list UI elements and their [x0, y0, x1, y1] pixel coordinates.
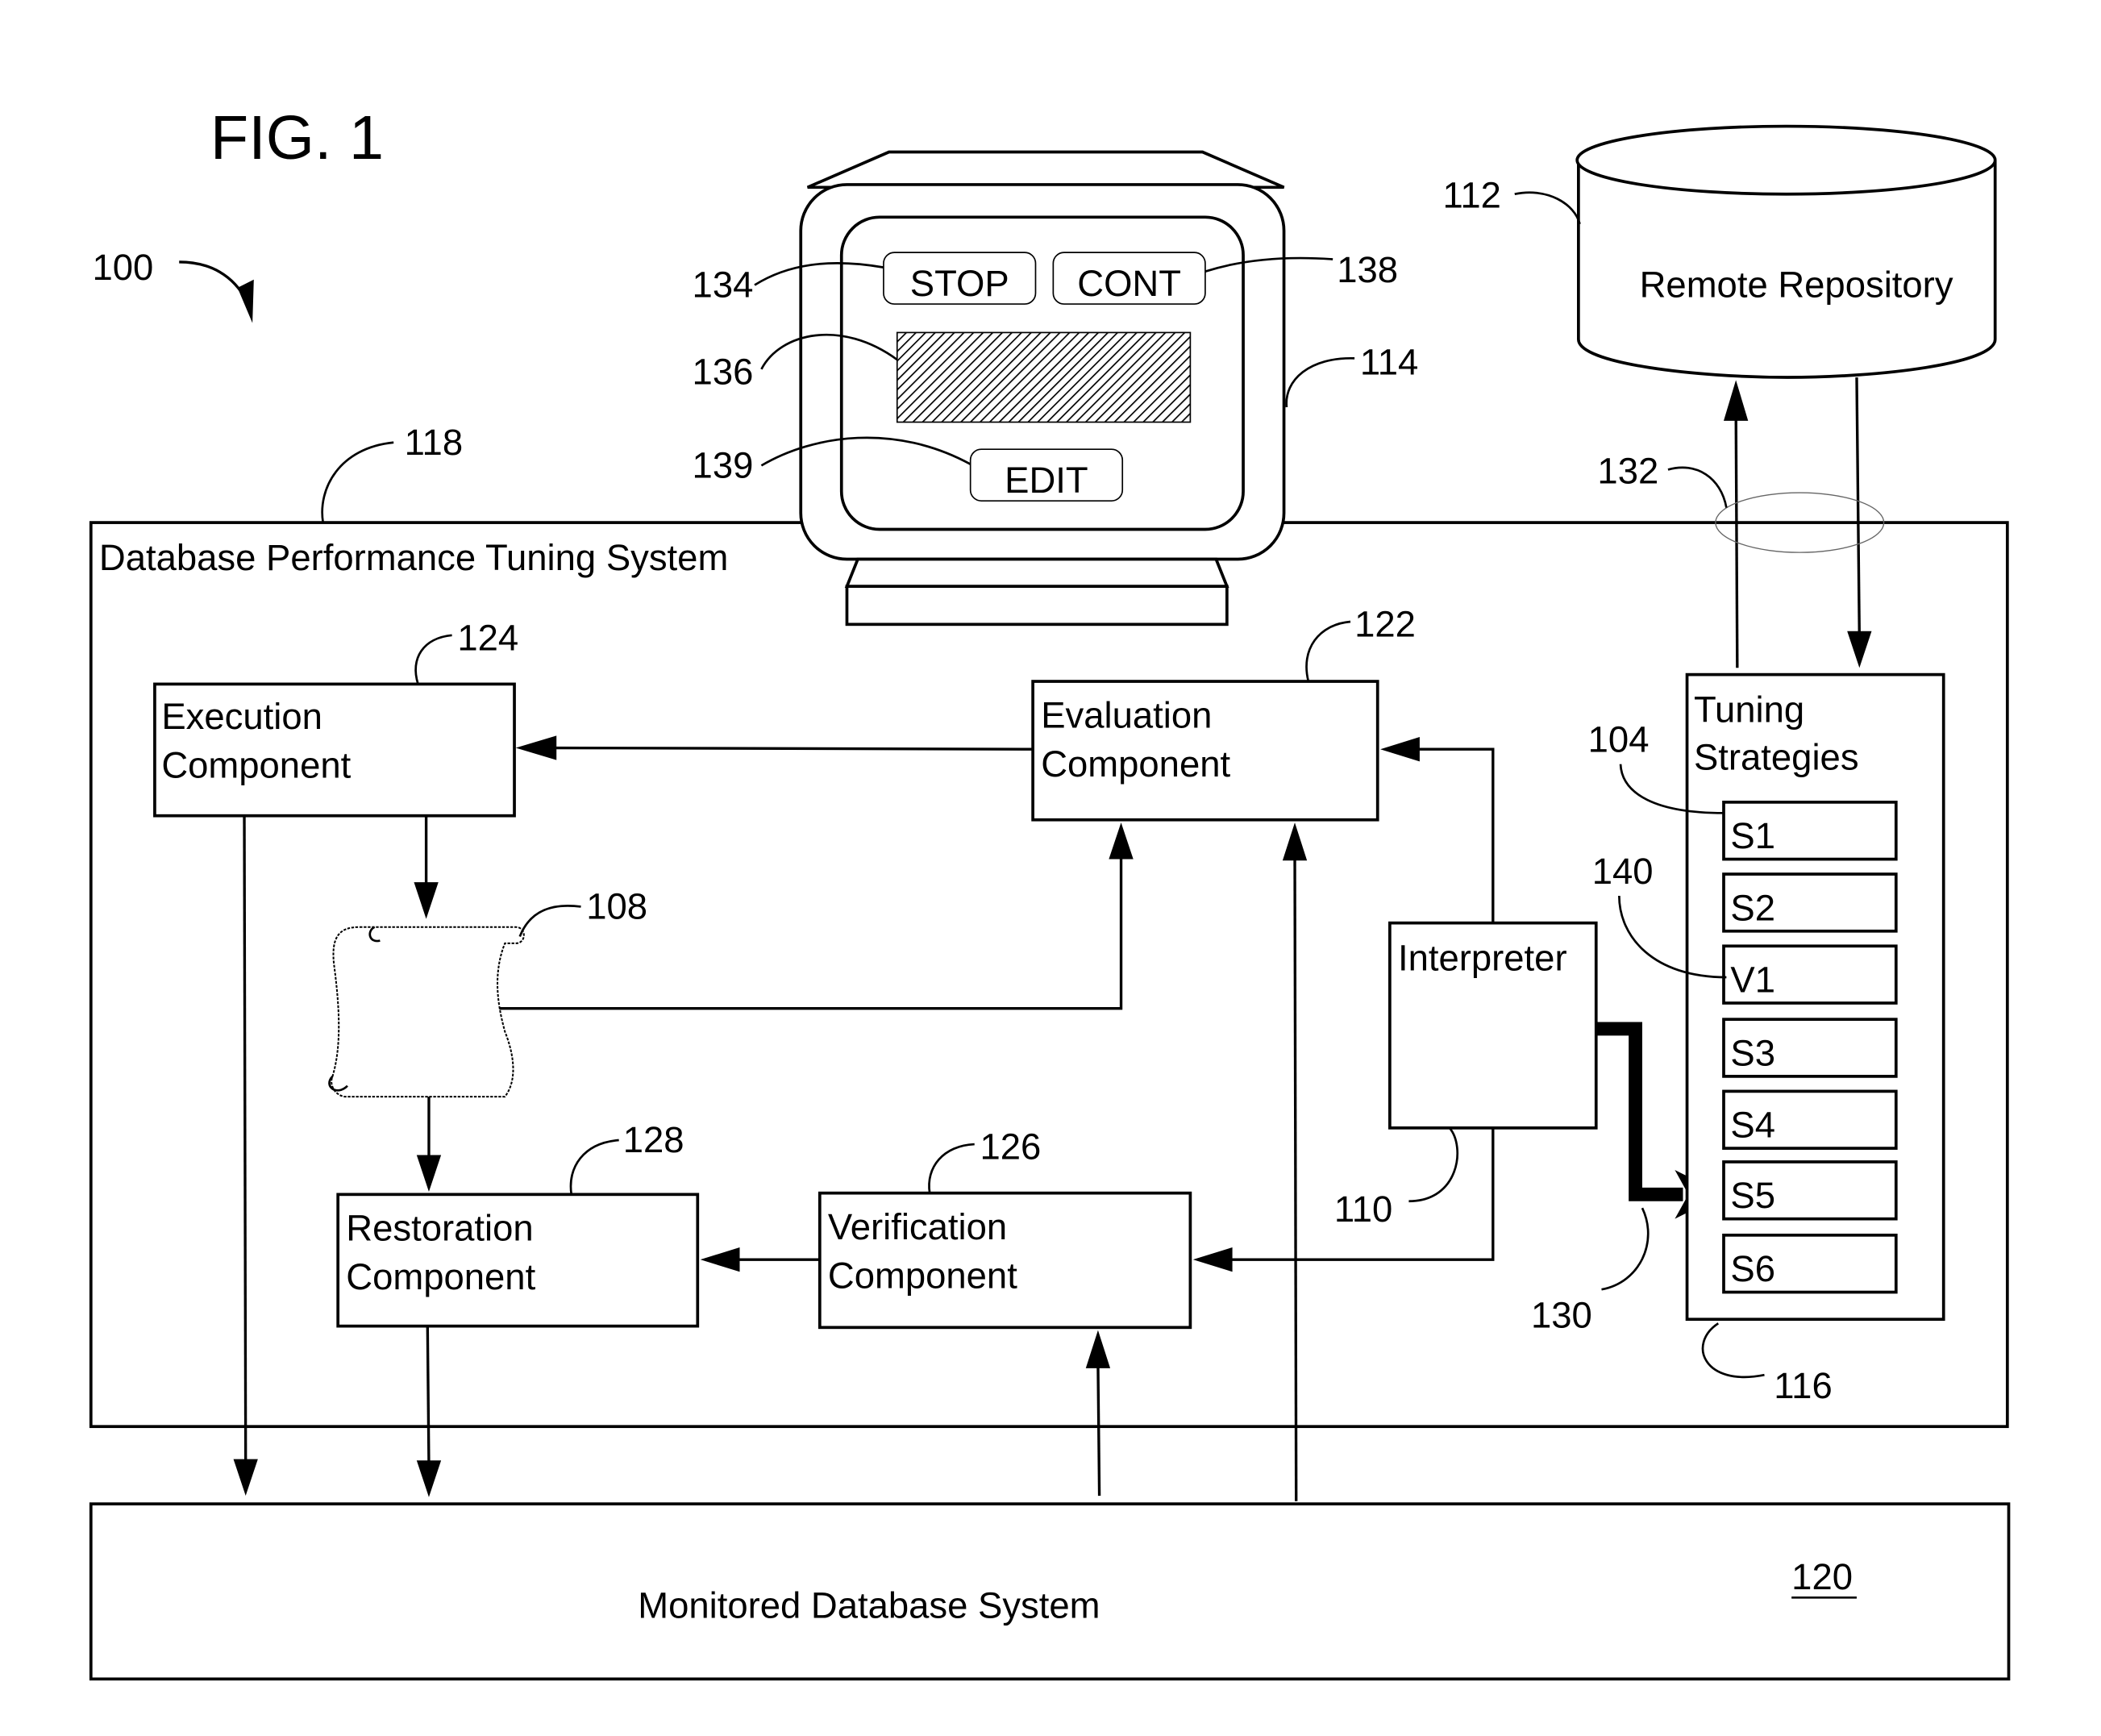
ref-132: 132 [1597, 450, 1658, 491]
verification-label-1: Verification [828, 1206, 1007, 1247]
ref-130: 130 [1531, 1294, 1592, 1335]
ref-108: 108 [586, 886, 647, 927]
ref-140: 140 [1592, 851, 1654, 892]
ref-112: 112 [1443, 175, 1501, 216]
interpreter-label: Interpreter [1398, 938, 1567, 979]
ref-100: 100 [92, 247, 153, 288]
execution-label-2: Component [161, 745, 351, 786]
remote-repository[interactable]: Remote Repository [1575, 124, 1997, 379]
exec-to-db-line [243, 815, 248, 1467]
strategy-item-label: S4 [1730, 1105, 1775, 1146]
ref-118: 118 [405, 422, 463, 463]
ref-124: 124 [457, 617, 518, 658]
patent-figure: FIG. 1 100 Database Performance Tuning S… [89, 103, 2011, 1681]
ref-139: 139 [693, 445, 754, 486]
strategy-item-label: S2 [1730, 887, 1775, 928]
arrow-head-100 [237, 279, 254, 323]
ref-136: 136 [693, 351, 754, 392]
leader-112 [1514, 191, 1581, 225]
ref-138: 138 [1337, 249, 1398, 290]
monitor: STOP CONT EDIT [799, 150, 1286, 627]
execution-label-1: Execution [161, 696, 322, 737]
strategies-label-2: Strategies [1694, 736, 1859, 777]
db-to-verify-line [1096, 1363, 1101, 1497]
strategies-label-1: Tuning [1694, 689, 1804, 731]
ref-134: 134 [693, 264, 754, 306]
repository-label: Remote Repository [1640, 264, 1953, 306]
ref-114: 114 [1360, 342, 1418, 383]
strategy-list: S1 S2 V1 S3 S4 S5 S6 [1722, 801, 1898, 1294]
verification-label-2: Component [828, 1255, 1017, 1296]
monitor-base [845, 585, 1229, 627]
upload-line [1734, 406, 1739, 668]
upload-arrow-head [1723, 380, 1749, 421]
tuning-script[interactable] [328, 926, 525, 1098]
stop-button-label: STOP [910, 263, 1009, 304]
restore-to-db-arrow-head [416, 1460, 442, 1497]
evaluation-label-1: Evaluation [1041, 694, 1212, 735]
ref-116: 116 [1774, 1365, 1832, 1406]
tuning-system-label: Database Performance Tuning System [99, 537, 728, 578]
strategy-item-label: V1 [1730, 960, 1775, 1001]
strategy-item-label: S5 [1730, 1175, 1775, 1216]
db-to-eval-line [1293, 857, 1298, 1501]
ref-104: 104 [1588, 719, 1650, 760]
monitor-neck [844, 557, 1229, 589]
repository-top [1575, 124, 1997, 196]
leader-114 [1285, 357, 1355, 408]
strategy-item-label: S1 [1730, 815, 1775, 856]
ref-122: 122 [1354, 603, 1416, 644]
ref-110: 110 [1334, 1189, 1392, 1230]
monitor-top [806, 150, 1285, 189]
restoration-label-2: Component [346, 1256, 535, 1297]
edit-button-label: EDIT [1005, 460, 1088, 501]
monitored-db-label: Monitored Database System [638, 1585, 1100, 1626]
leader-132 [1667, 466, 1728, 508]
script-scroll [331, 926, 525, 1098]
evaluation-label-2: Component [1041, 743, 1230, 785]
leader-118 [321, 441, 394, 523]
ref-126: 126 [980, 1126, 1041, 1168]
eval-to-exec-line [549, 746, 1034, 751]
ref-120: 120 [1791, 1556, 1853, 1597]
status-display [896, 331, 1192, 423]
restoration-label-1: Restoration [346, 1208, 533, 1249]
cont-button-label: CONT [1077, 263, 1181, 304]
strategy-item-label: S6 [1730, 1248, 1775, 1289]
leader-100 [179, 260, 248, 302]
restore-to-db-line [426, 1326, 431, 1467]
strategy-item-label: S3 [1730, 1032, 1775, 1073]
ref-128: 128 [623, 1119, 684, 1160]
figure-title: FIG. 1 [210, 103, 384, 173]
exec-to-db-arrow-head [233, 1459, 258, 1497]
